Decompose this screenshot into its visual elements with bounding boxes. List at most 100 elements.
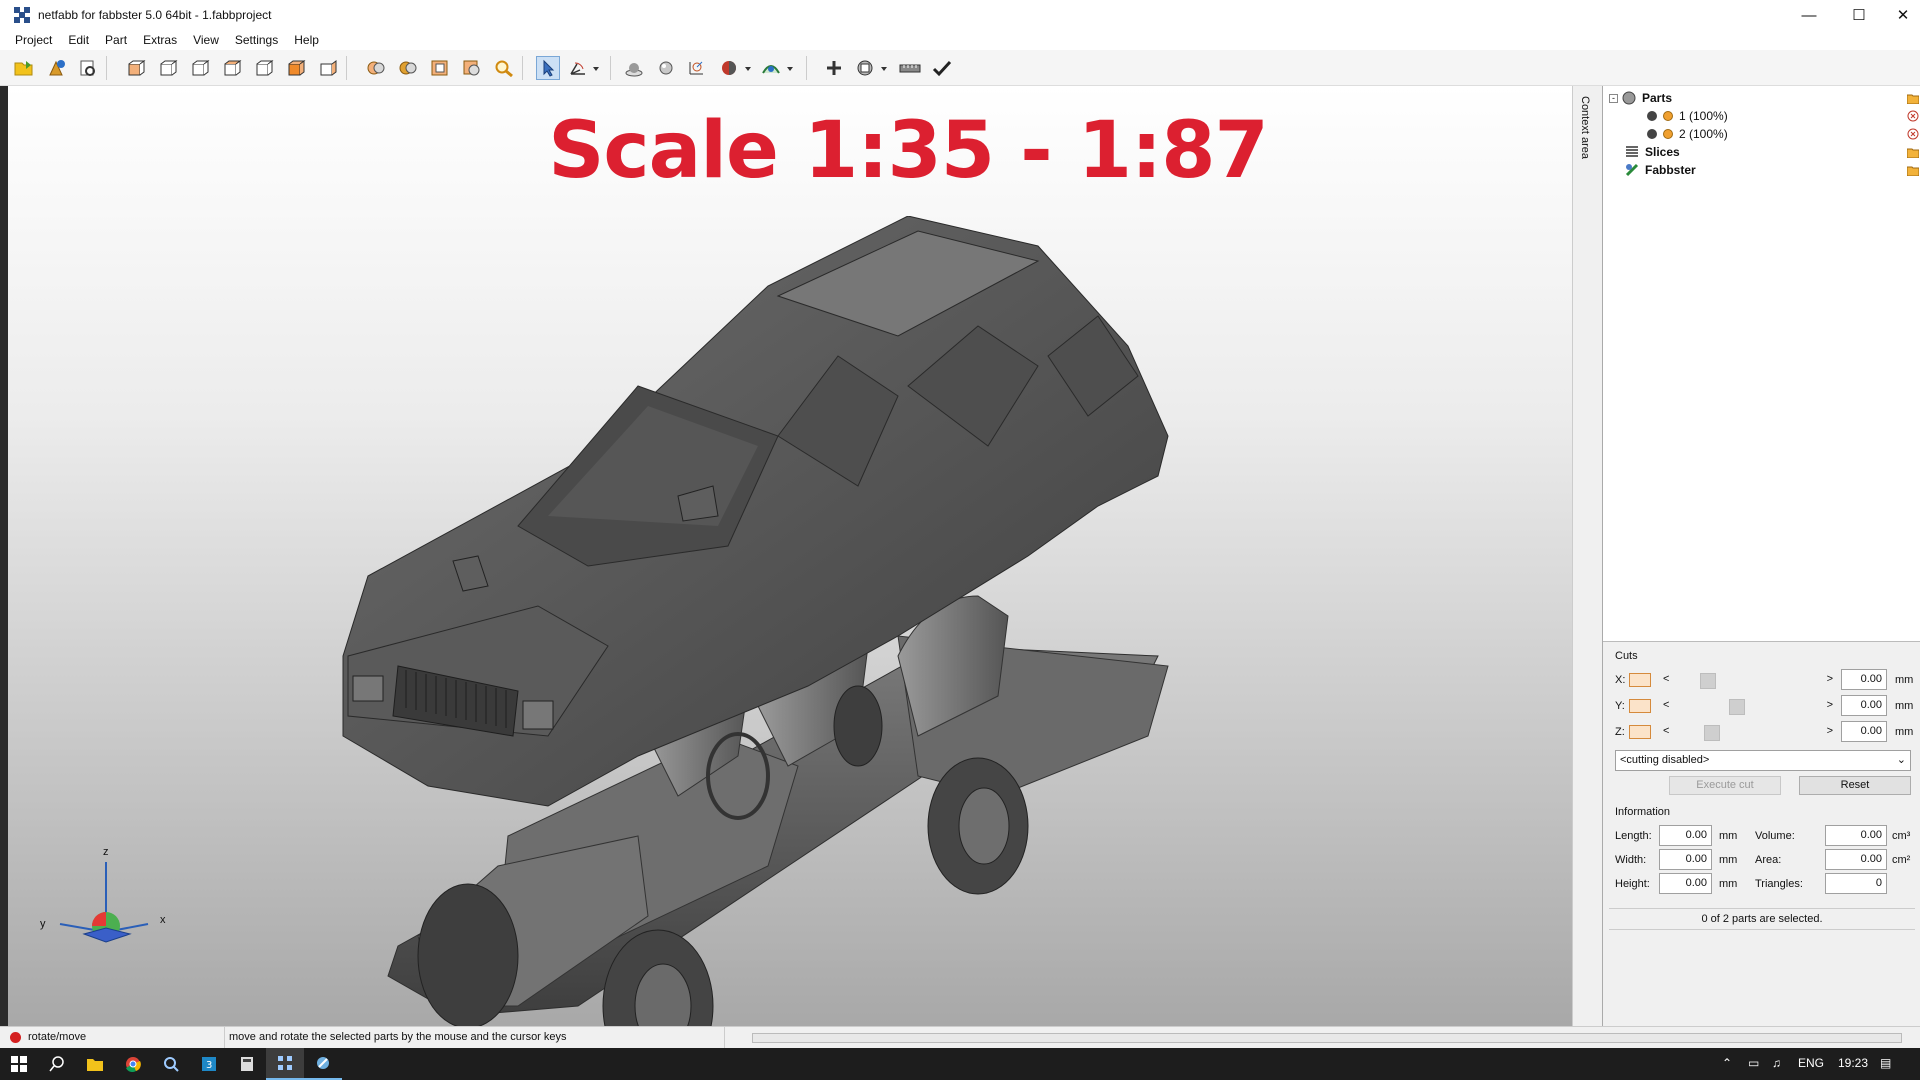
- calculator-icon[interactable]: [228, 1048, 266, 1080]
- file-explorer-icon[interactable]: [76, 1048, 114, 1080]
- export-icon[interactable]: [76, 56, 100, 80]
- cut-x-value-input[interactable]: 0.00: [1841, 669, 1887, 690]
- menu-project[interactable]: Project: [7, 33, 60, 47]
- add-part-folder-icon[interactable]: [1906, 92, 1920, 105]
- menu-help[interactable]: Help: [286, 33, 327, 47]
- maximize-icon[interactable]: ☐: [1836, 0, 1882, 30]
- slider-thumb[interactable]: [1729, 699, 1746, 715]
- light-icon[interactable]: [654, 56, 678, 80]
- analysis-icon[interactable]: [760, 56, 796, 80]
- view-back-icon[interactable]: [156, 56, 180, 80]
- status-mode: rotate/move: [28, 1031, 87, 1043]
- cut-z-color-swatch[interactable]: [1629, 725, 1651, 739]
- tree-item-part-1[interactable]: 1 (100%): [1647, 107, 1728, 125]
- axis-z-label: z: [103, 846, 109, 858]
- chrome-icon[interactable]: [114, 1048, 152, 1080]
- slider-left-arrow[interactable]: <: [1663, 725, 1669, 737]
- menu-view[interactable]: View: [185, 33, 227, 47]
- view-bottom-icon[interactable]: [284, 56, 308, 80]
- zoom-icon[interactable]: [492, 56, 516, 80]
- tree-node-slices[interactable]: Slices: [1625, 143, 1680, 161]
- zoom-all-icon[interactable]: [364, 56, 388, 80]
- menu-bar: Project Edit Part Extras View Settings H…: [0, 30, 1920, 50]
- part-icon: [1663, 129, 1673, 139]
- triangles-value: 0: [1825, 873, 1887, 894]
- input-language[interactable]: ENG: [1798, 1056, 1824, 1070]
- color-icon[interactable]: [718, 56, 754, 80]
- add-part-icon[interactable]: [44, 56, 68, 80]
- reset-button[interactable]: Reset: [1799, 776, 1911, 795]
- slider-thumb[interactable]: [1703, 725, 1720, 741]
- shading-icon[interactable]: [622, 56, 646, 80]
- check-icon[interactable]: [930, 56, 954, 80]
- netfabb-taskbar-icon[interactable]: [266, 1048, 304, 1080]
- execute-cut-button[interactable]: Execute cut: [1669, 776, 1781, 795]
- menu-settings[interactable]: Settings: [227, 33, 286, 47]
- slider-left-arrow[interactable]: <: [1663, 673, 1669, 685]
- clock[interactable]: 19:23: [1838, 1056, 1868, 1070]
- volume-icon[interactable]: ♫: [1772, 1056, 1781, 1070]
- slider-right-arrow[interactable]: >: [1827, 725, 1833, 737]
- tray-chevron-icon[interactable]: ⌃: [1722, 1056, 1732, 1070]
- part-visibility-icon[interactable]: [1647, 129, 1657, 139]
- remove-part-2-icon[interactable]: [1907, 128, 1919, 140]
- slider-right-arrow[interactable]: >: [1827, 699, 1833, 711]
- part-icon: [1663, 111, 1673, 121]
- selection-status: 0 of 2 parts are selected.: [1609, 908, 1915, 930]
- windows-start-icon[interactable]: [0, 1048, 38, 1080]
- select-pointer-icon[interactable]: [536, 56, 560, 80]
- view-perspective-icon[interactable]: [316, 56, 340, 80]
- boolean-icon[interactable]: [854, 56, 890, 80]
- zoom-selection-icon[interactable]: [396, 56, 420, 80]
- tree-item-part-2[interactable]: 2 (100%): [1647, 125, 1728, 143]
- cut-y-slider[interactable]: < >: [1663, 699, 1833, 715]
- app-taskbar-icon[interactable]: [304, 1048, 342, 1080]
- tree-node-fabbster[interactable]: Fabbster: [1625, 161, 1696, 179]
- collapse-icon[interactable]: -: [1609, 93, 1618, 103]
- transform-icon[interactable]: [684, 56, 708, 80]
- cut-y-color-swatch[interactable]: [1629, 699, 1651, 713]
- area-unit: cm²: [1892, 854, 1911, 866]
- rotate-move-icon[interactable]: [566, 56, 602, 80]
- menu-part[interactable]: Part: [97, 33, 135, 47]
- search-icon[interactable]: [38, 1048, 76, 1080]
- car-body-part[interactable]: [338, 216, 1218, 816]
- cut-mode-select[interactable]: <cutting disabled> ⌄: [1615, 750, 1911, 771]
- view-right-icon[interactable]: [220, 56, 244, 80]
- context-area-tab[interactable]: Context area: [1572, 86, 1602, 1026]
- fabbster-folder-icon[interactable]: [1906, 164, 1920, 177]
- open-project-icon[interactable]: [12, 56, 36, 80]
- action-center-icon[interactable]: ▤: [1880, 1056, 1891, 1070]
- netfabb-app-icon: [14, 7, 30, 23]
- add-slice-folder-icon[interactable]: [1906, 146, 1920, 159]
- tree-node-parts[interactable]: - Parts: [1609, 89, 1672, 107]
- menu-edit[interactable]: Edit: [60, 33, 97, 47]
- context-area-label: Context area: [1579, 96, 1591, 159]
- add-icon[interactable]: [822, 56, 846, 80]
- parts-icon: [1622, 91, 1636, 105]
- cut-z-value-input[interactable]: 0.00: [1841, 721, 1887, 742]
- cut-y-value-input[interactable]: 0.00: [1841, 695, 1887, 716]
- cut-z-slider[interactable]: < >: [1663, 725, 1833, 741]
- cut-x-color-swatch[interactable]: [1629, 673, 1651, 687]
- minimize-icon[interactable]: —: [1786, 0, 1832, 30]
- zoom-part-icon[interactable]: [460, 56, 484, 80]
- slider-thumb[interactable]: [1699, 673, 1716, 689]
- app-3-icon[interactable]: 3: [190, 1048, 228, 1080]
- remove-part-1-icon[interactable]: [1907, 110, 1919, 122]
- 3d-viewport[interactable]: Scale 1:35 - 1:87 z y x: [8, 86, 1572, 1026]
- zoom-window-icon[interactable]: [428, 56, 452, 80]
- view-front-icon[interactable]: [124, 56, 148, 80]
- measure-icon[interactable]: [898, 56, 922, 80]
- settings-tool-icon[interactable]: [152, 1048, 190, 1080]
- network-icon[interactable]: ▭: [1748, 1056, 1759, 1070]
- cut-x-slider[interactable]: < >: [1663, 673, 1833, 689]
- height-value: 0.00: [1659, 873, 1712, 894]
- part-visibility-icon[interactable]: [1647, 111, 1657, 121]
- view-top-icon[interactable]: [252, 56, 276, 80]
- slider-left-arrow[interactable]: <: [1663, 699, 1669, 711]
- close-icon[interactable]: ✕: [1880, 0, 1920, 30]
- view-left-icon[interactable]: [188, 56, 212, 80]
- slider-right-arrow[interactable]: >: [1827, 673, 1833, 685]
- menu-extras[interactable]: Extras: [135, 33, 185, 47]
